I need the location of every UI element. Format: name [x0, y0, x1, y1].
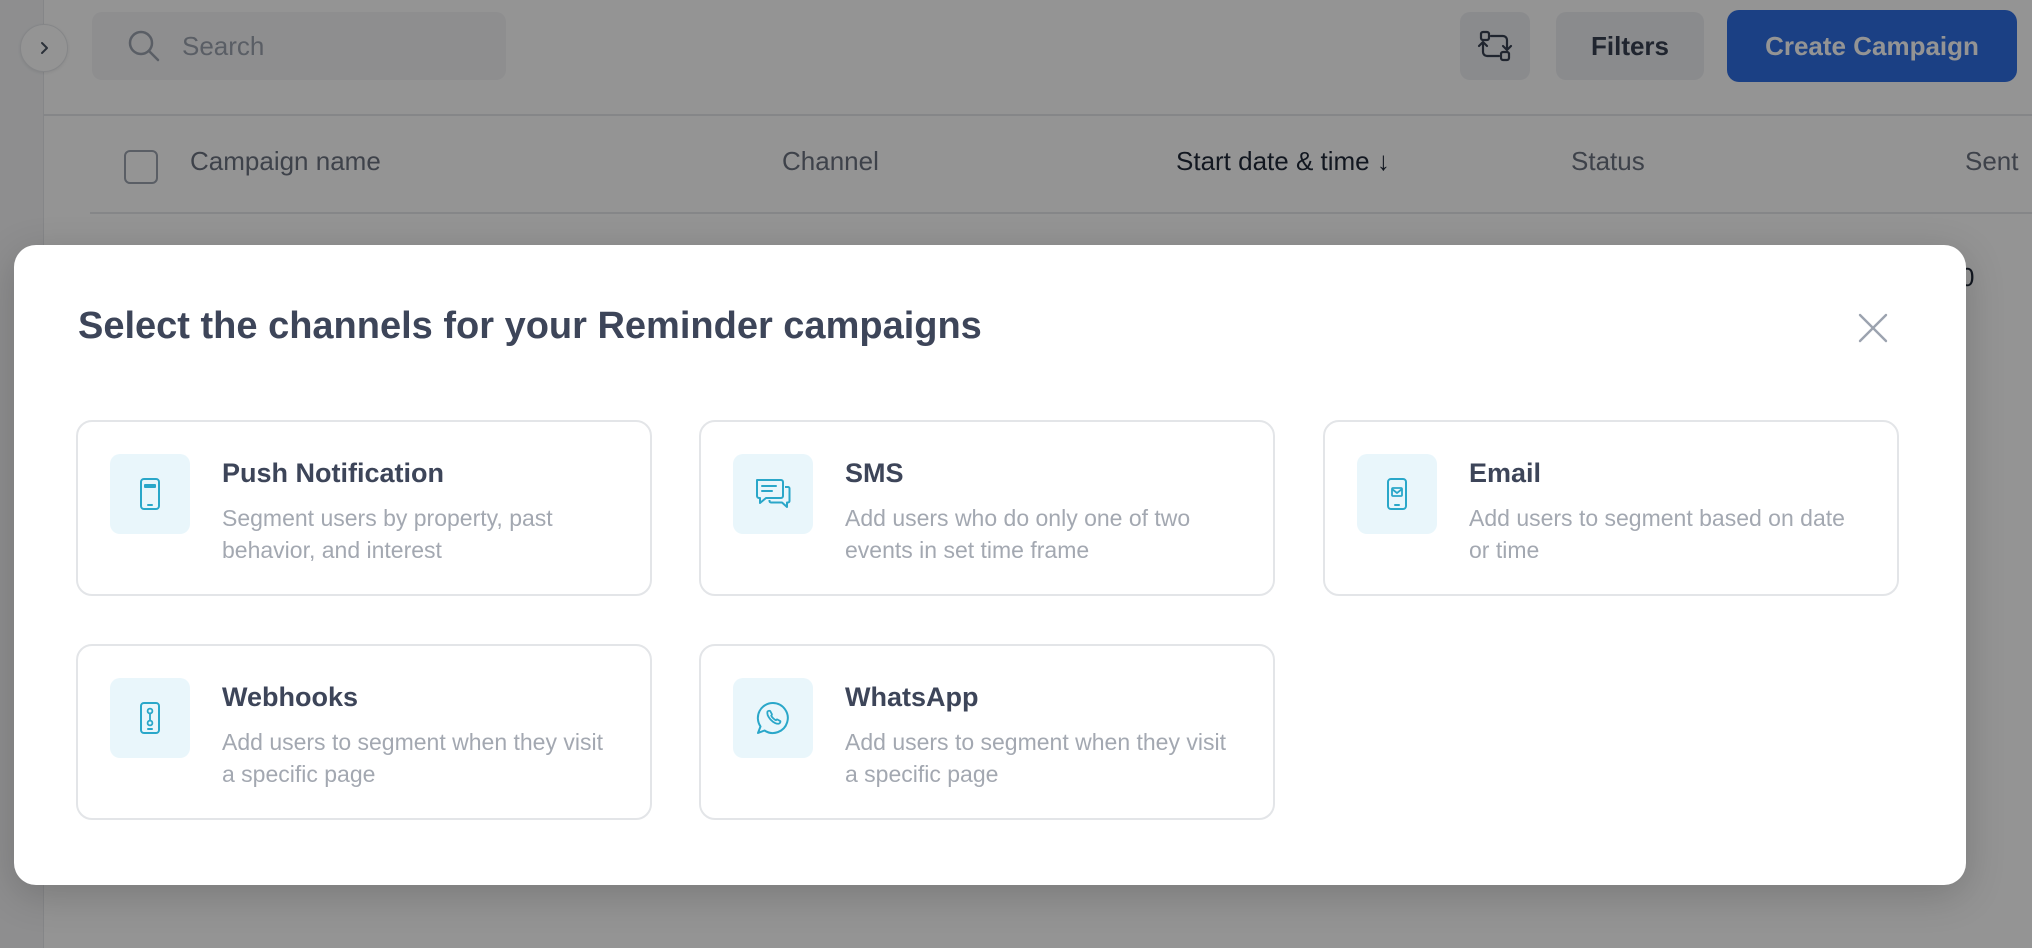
- channel-card-description: Add users to segment when they visit a s…: [845, 729, 1226, 787]
- channel-card-title: Webhooks: [222, 682, 359, 712]
- channel-card-description: Add users who do only one of two events …: [845, 505, 1191, 563]
- channel-card-email[interactable]: Email Add users to segment based on date…: [1323, 420, 1899, 596]
- mobile-phone-icon: [110, 454, 190, 534]
- channel-card-push-notification[interactable]: Push Notification Segment users by prope…: [76, 420, 652, 596]
- channel-card-sms[interactable]: SMS Add users who do only one of two eve…: [699, 420, 1275, 596]
- mobile-mail-icon: [1357, 454, 1437, 534]
- channel-card-title: Push Notification: [222, 458, 444, 488]
- channel-card-description: Segment users by property, past behavior…: [222, 505, 553, 563]
- close-button[interactable]: [1852, 307, 1894, 349]
- chat-bubbles-icon: [733, 454, 813, 534]
- channel-card-whatsapp[interactable]: WhatsApp Add users to segment when they …: [699, 644, 1275, 820]
- app-root: Filters Create Campaign Campaign name Ch…: [0, 0, 2032, 948]
- whatsapp-icon: [733, 678, 813, 758]
- channel-select-modal: Select the channels for your Reminder ca…: [14, 245, 1966, 885]
- channel-card-title: SMS: [845, 458, 904, 488]
- webhook-icon: [110, 678, 190, 758]
- close-icon: [1858, 313, 1888, 343]
- channel-card-description: Add users to segment based on date or ti…: [1469, 505, 1845, 563]
- channel-card-description: Add users to segment when they visit a s…: [222, 729, 603, 787]
- channel-card-title: Email: [1469, 458, 1542, 488]
- channel-card-title: WhatsApp: [845, 682, 979, 712]
- channel-card-webhooks[interactable]: Webhooks Add users to segment when they …: [76, 644, 652, 820]
- modal-title: Select the channels for your Reminder ca…: [78, 305, 982, 347]
